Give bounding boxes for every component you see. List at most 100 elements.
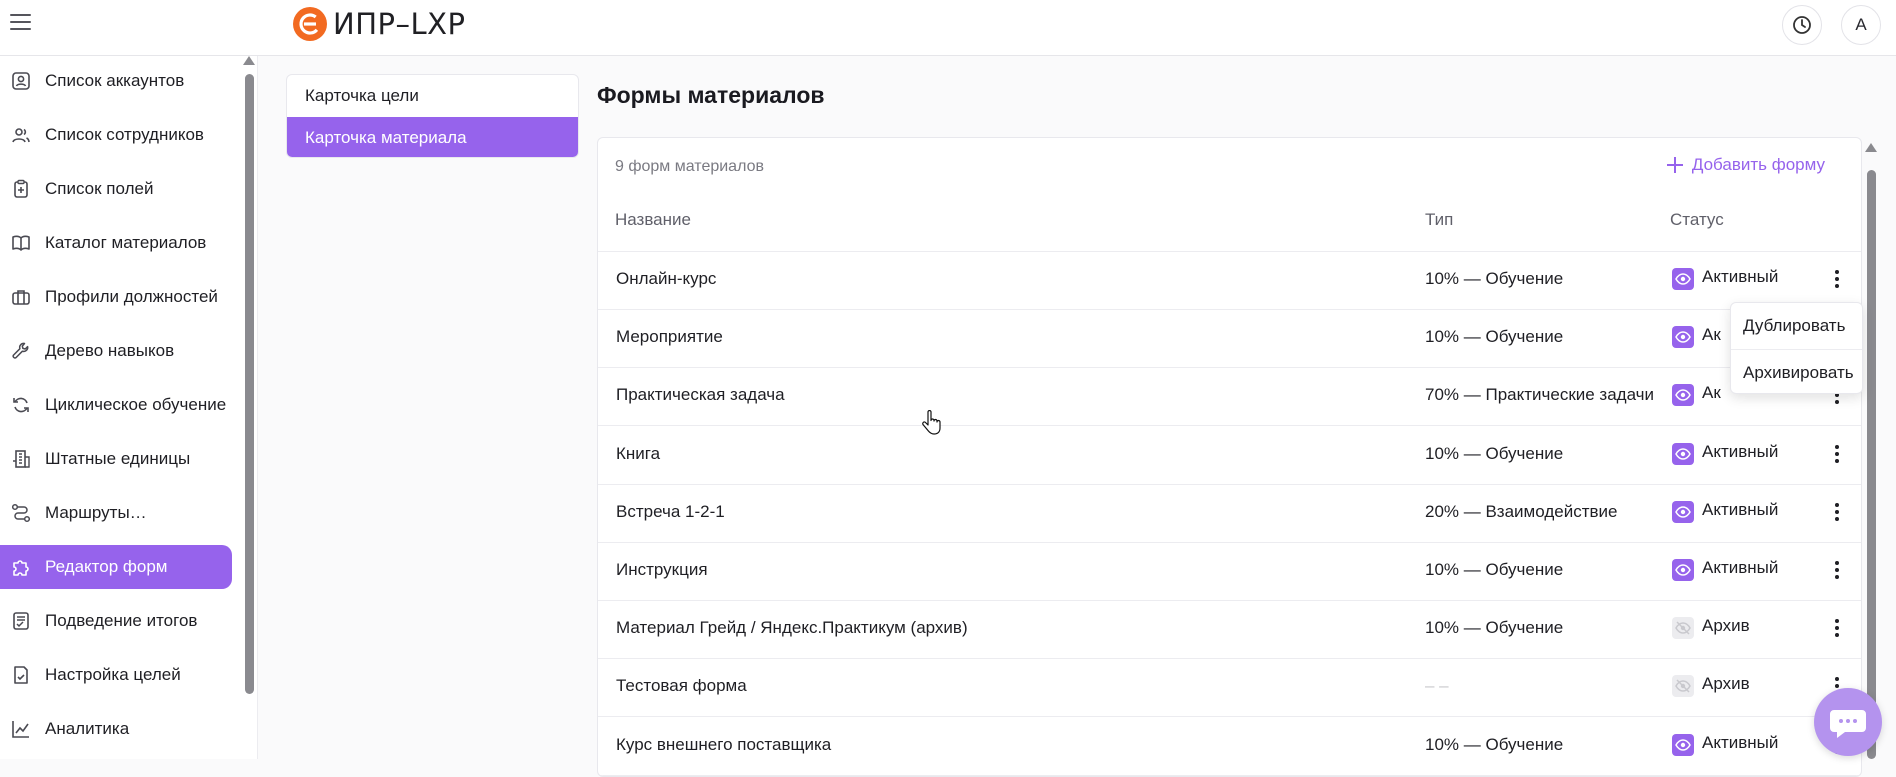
row-status: Активный bbox=[1702, 733, 1779, 752]
user-avatar-button[interactable]: А bbox=[1841, 5, 1881, 45]
table-row[interactable]: Книга 10% — Обучение Активный bbox=[598, 427, 1861, 485]
sidebar-item-label: Маршруты… bbox=[45, 503, 147, 522]
row-status: Ак bbox=[1702, 325, 1721, 344]
app-logo[interactable]: ИПР–LXP bbox=[293, 7, 466, 41]
sidebar-item-goal-settings[interactable]: Настройка целей bbox=[0, 653, 232, 697]
wrench-icon bbox=[12, 342, 29, 359]
menu-icon[interactable] bbox=[10, 14, 31, 30]
column-header-status[interactable]: Статус bbox=[1670, 210, 1724, 230]
sidebar-item-label: Штатные единицы bbox=[45, 449, 191, 468]
table-scrollbar[interactable] bbox=[1867, 170, 1876, 759]
refresh-icon bbox=[13, 397, 29, 413]
row-status: Активный bbox=[1702, 500, 1779, 519]
sidebar-item-fields[interactable]: Список полей bbox=[0, 167, 232, 211]
row-name: Практическая задача bbox=[616, 385, 785, 404]
table-row[interactable]: Встреча 1-2-1 20% — Взаимодействие Активны… bbox=[598, 485, 1861, 543]
puzzle-icon bbox=[13, 560, 29, 576]
subnav-goal-card[interactable]: Карточка цели bbox=[287, 75, 578, 117]
sidebar-item-label: Настройка целей bbox=[45, 665, 181, 684]
more-vertical-icon[interactable] bbox=[1831, 268, 1843, 290]
eye-icon[interactable] bbox=[1672, 734, 1694, 756]
sidebar-item-label: Циклическое обучение bbox=[45, 395, 227, 414]
row-name: Материал Грейд / Яндекс.Практикум (архив… bbox=[616, 618, 968, 637]
table-scroll-up-arrow[interactable] bbox=[1865, 143, 1877, 152]
eye-off-icon[interactable] bbox=[1672, 617, 1694, 639]
history-button[interactable] bbox=[1782, 5, 1822, 45]
eye-icon[interactable] bbox=[1672, 501, 1694, 523]
sidebar-item-label: Список аккаунтов bbox=[45, 71, 185, 90]
row-status: Активный bbox=[1702, 558, 1779, 577]
sidebar-item-label: Аналитика bbox=[45, 719, 130, 738]
sidebar-scrollbar[interactable] bbox=[245, 74, 254, 694]
row-status: Архив bbox=[1702, 674, 1750, 693]
row-type: 10% — Обучение bbox=[1425, 444, 1564, 463]
column-header-type[interactable]: Тип bbox=[1425, 210, 1453, 230]
sidebar-item-employees[interactable]: Список сотрудников bbox=[0, 113, 232, 157]
more-vertical-icon[interactable] bbox=[1831, 443, 1843, 465]
sidebar-item-job-profiles[interactable]: Профили должностей bbox=[0, 275, 232, 319]
user-card-icon bbox=[12, 72, 30, 90]
table-row[interactable]: Практическая задача 70% — Практические за… bbox=[598, 368, 1861, 426]
table-header: Название Тип Статус bbox=[598, 210, 1861, 252]
table-row[interactable]: Материал Грейд / Яндекс.Практикум (архив… bbox=[598, 601, 1861, 659]
row-type: 10% — Обучение bbox=[1425, 327, 1564, 346]
avatar: А bbox=[1855, 15, 1867, 34]
users-icon bbox=[12, 128, 30, 143]
archive-menu-item[interactable]: Архивировать bbox=[1731, 349, 1862, 395]
table-row[interactable]: Мероприятие 10% — Обучение Ак bbox=[598, 310, 1861, 368]
sidebar-item-routes[interactable]: Маршруты… bbox=[0, 491, 232, 535]
sidebar-item-staff-units[interactable]: Штатные единицы bbox=[0, 437, 232, 481]
sidebar-item-label: Дерево навыков bbox=[45, 341, 175, 360]
history-icon bbox=[1793, 16, 1811, 34]
row-context-menu: Дублировать Архивировать bbox=[1730, 302, 1863, 394]
row-type: 10% — Обучение bbox=[1425, 269, 1564, 288]
eye-icon[interactable] bbox=[1672, 559, 1694, 581]
table-row[interactable]: Тестовая форма – – Архив bbox=[598, 659, 1861, 717]
add-form-label: Добавить форму bbox=[1691, 155, 1825, 174]
row-type: – – bbox=[1425, 676, 1449, 695]
plus-icon bbox=[1666, 157, 1683, 173]
more-vertical-icon[interactable] bbox=[1831, 617, 1843, 639]
row-name: Книга bbox=[616, 444, 661, 463]
top-bar: ИПР–LXP А bbox=[0, 0, 1896, 56]
sidebar-scroll-up-arrow[interactable] bbox=[243, 56, 255, 65]
row-name: Встреча 1-2-1 bbox=[616, 502, 725, 521]
clipboard-icon bbox=[14, 179, 28, 198]
more-vertical-icon[interactable] bbox=[1831, 559, 1843, 581]
sidebar-item-label: Профили должностей bbox=[45, 287, 218, 306]
sidebar-item-analytics[interactable]: Аналитика bbox=[0, 707, 232, 751]
row-type: 70% — Практические задачи bbox=[1425, 385, 1655, 404]
more-vertical-icon[interactable] bbox=[1831, 501, 1843, 523]
forms-count: 9 форм материалов bbox=[615, 158, 764, 175]
sidebar-item-accounts[interactable]: Список аккаунтов bbox=[0, 59, 232, 103]
sidebar-item-summary[interactable]: Подведение итогов bbox=[0, 599, 232, 643]
row-name: Курс внешнего поставщика bbox=[616, 735, 832, 754]
row-name: Инструкция bbox=[616, 560, 708, 579]
row-name: Тестовая форма bbox=[616, 676, 747, 695]
chat-button[interactable] bbox=[1814, 688, 1882, 756]
forms-table-card: 9 форм материалов Добавить форму Названи… bbox=[597, 137, 1862, 777]
add-form-button[interactable]: Добавить форму bbox=[1664, 154, 1825, 176]
table-row[interactable]: Курс внешнего поставщика 10% — Обучение Ак… bbox=[598, 718, 1861, 776]
subnav-material-card[interactable]: Карточка материала bbox=[287, 117, 578, 157]
sidebar-item-catalog[interactable]: Каталог материалов bbox=[0, 221, 232, 265]
row-name: Мероприятие bbox=[616, 327, 723, 346]
table-row[interactable]: Онлайн-курс 10% — Обучение Активный bbox=[598, 252, 1861, 310]
sidebar-item-cyclic-learning[interactable]: Циклическое обучение bbox=[0, 383, 232, 427]
eye-off-icon[interactable] bbox=[1672, 675, 1694, 697]
eye-icon[interactable] bbox=[1672, 443, 1694, 465]
sidebar-item-label: Список сотрудников bbox=[45, 125, 204, 144]
eye-icon[interactable] bbox=[1672, 326, 1694, 348]
sidebar-item-skill-tree[interactable]: Дерево навыков bbox=[0, 329, 232, 373]
table-row[interactable]: Инструкция 10% — Обучение Активный bbox=[598, 543, 1861, 601]
book-icon bbox=[12, 235, 30, 251]
duplicate-menu-item[interactable]: Дублировать bbox=[1731, 303, 1862, 349]
sidebar-item-label: Подведение итогов bbox=[45, 611, 198, 630]
sidebar-item-form-editor[interactable]: Редактор форм bbox=[0, 545, 232, 589]
eye-icon[interactable] bbox=[1672, 268, 1694, 290]
sidebar-item-label: Редактор форм bbox=[45, 557, 168, 576]
sidebar-item-label: Каталог материалов bbox=[45, 233, 207, 252]
sidebar-item-label: Список полей bbox=[45, 179, 154, 198]
eye-icon[interactable] bbox=[1672, 384, 1694, 406]
column-header-name[interactable]: Название bbox=[615, 210, 691, 230]
